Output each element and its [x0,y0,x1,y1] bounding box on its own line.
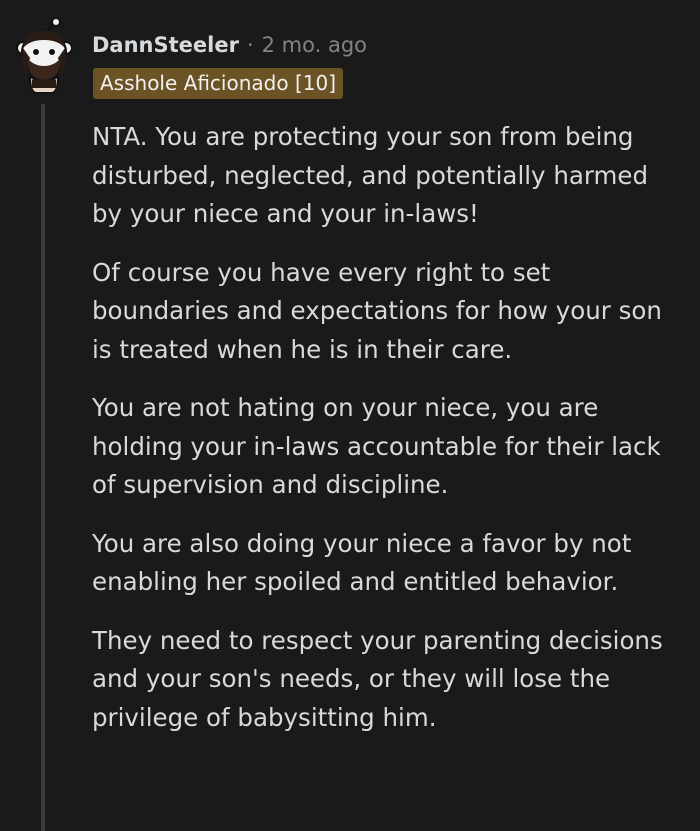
comment-body: NTA. You are protecting your son from be… [92,118,682,757]
comment-paragraph: NTA. You are protecting your son from be… [92,122,649,228]
comment-timestamp[interactable]: 2 mo. ago [262,33,367,57]
user-flair-badge: Asshole Aficionado [10] [93,68,343,99]
comment-paragraph: You are not hating on your niece, you ar… [92,393,661,499]
comment-paragraph: They need to respect your parenting deci… [92,625,663,732]
thread-collapse-line[interactable] [41,104,45,831]
comment-paragraph: Of course you have every right to set bo… [92,257,662,364]
meta-separator: · [246,33,254,57]
username-link[interactable]: DannSteeler [92,33,239,57]
comment-header: DannSteeler · 2 mo. ago [92,30,367,60]
user-avatar-icon[interactable] [14,17,76,94]
comment-paragraph: You are also doing your niece a favor by… [92,528,632,597]
comment: DannSteeler · 2 mo. ago Asshole Aficiona… [0,0,700,831]
